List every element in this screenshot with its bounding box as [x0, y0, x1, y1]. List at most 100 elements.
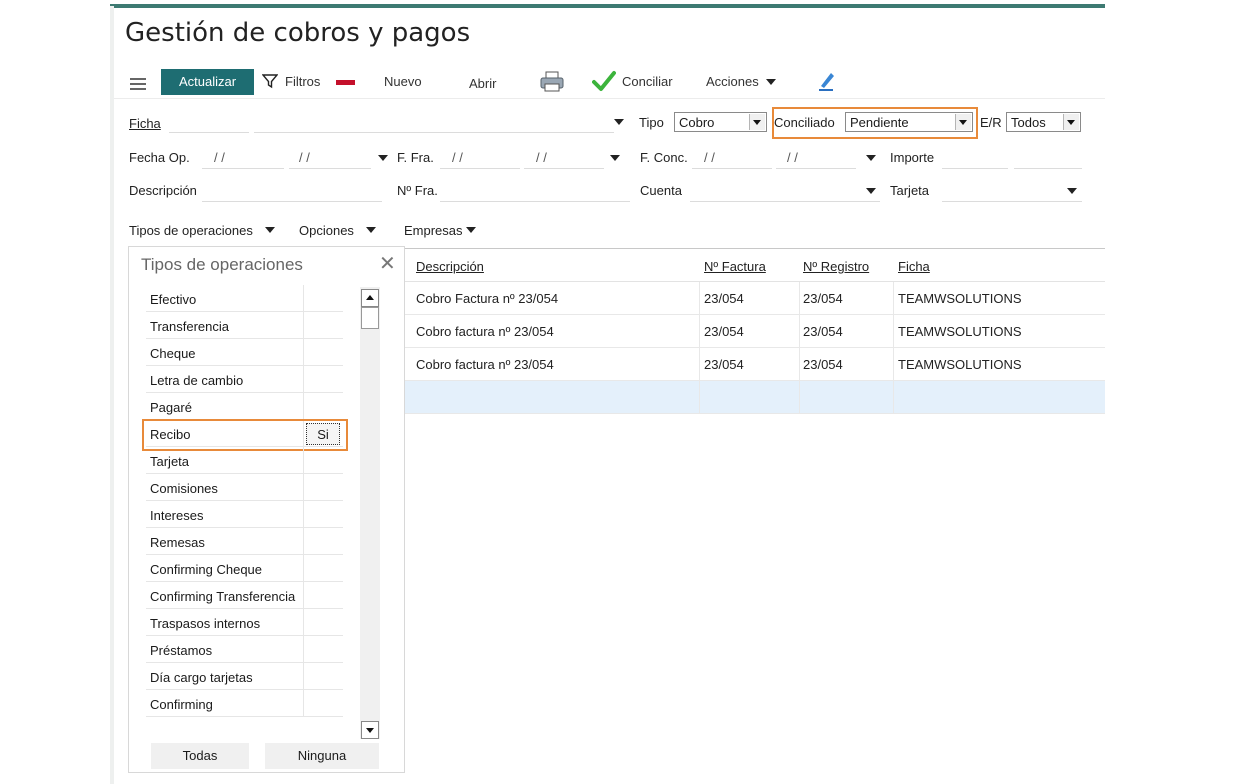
scroll-down-icon[interactable]: [361, 721, 379, 739]
operation-label: Efectivo: [150, 292, 197, 307]
conciliar-button[interactable]: Conciliar: [592, 66, 682, 98]
operation-label: Confirming Transferencia: [150, 589, 296, 604]
list-item[interactable]: Traspasos internos: [146, 609, 343, 636]
operation-value-cell[interactable]: [303, 555, 343, 582]
table-row[interactable]: Cobro factura nº 23/054 23/054 23/054 TEAMW…: [405, 348, 1105, 381]
acciones-menu[interactable]: Acciones: [706, 66, 786, 98]
list-item[interactable]: Préstamos: [146, 636, 343, 663]
close-icon[interactable]: ✕: [379, 251, 396, 276]
chevron-down-icon[interactable]: [265, 227, 275, 233]
empresas-menu[interactable]: Empresas: [404, 223, 463, 238]
list-item[interactable]: Confirming Cheque: [146, 555, 343, 582]
fecha-op-to[interactable]: / /: [299, 150, 310, 165]
panel-scrollbar[interactable]: [360, 287, 380, 739]
operation-value-cell[interactable]: [303, 663, 343, 690]
scroll-up-icon[interactable]: [361, 289, 379, 307]
operation-value-cell[interactable]: [303, 528, 343, 555]
er-label: E/R: [980, 115, 1002, 130]
tipo-select[interactable]: Cobro: [674, 112, 767, 132]
n-fra-input[interactable]: [440, 201, 630, 202]
descripcion-input[interactable]: [202, 201, 382, 202]
operation-value-cell[interactable]: [303, 582, 343, 609]
list-item[interactable]: Confirming Transferencia: [146, 582, 343, 609]
hamburger-icon[interactable]: [130, 75, 146, 90]
f-fra-dropdown-icon[interactable]: [610, 155, 620, 161]
tarjeta-input[interactable]: [942, 201, 1082, 202]
ficha-label[interactable]: Ficha: [129, 116, 161, 131]
chevron-down-icon: [766, 79, 776, 85]
operation-value-cell[interactable]: [303, 690, 343, 717]
f-conc-from[interactable]: / /: [704, 150, 715, 165]
list-item[interactable]: Transferencia: [146, 312, 343, 339]
actualizar-button[interactable]: Actualizar: [161, 69, 254, 95]
todas-button[interactable]: Todas: [151, 743, 249, 769]
col-n-factura[interactable]: Nº Factura: [704, 259, 766, 274]
operation-value-cell[interactable]: [303, 447, 343, 474]
nuevo-button[interactable]: Nuevo: [384, 66, 422, 98]
f-fra-label: F. Fra.: [397, 150, 434, 165]
list-item[interactable]: Intereses: [146, 501, 343, 528]
operation-value-cell[interactable]: [303, 636, 343, 663]
scroll-thumb[interactable]: [361, 307, 379, 329]
list-item[interactable]: Remesas: [146, 528, 343, 555]
operation-value-cell[interactable]: [303, 393, 343, 420]
list-item[interactable]: Comisiones: [146, 474, 343, 501]
f-conc-dropdown-icon[interactable]: [866, 155, 876, 161]
operation-value-cell[interactable]: [303, 366, 343, 393]
pencil-icon[interactable]: [817, 70, 837, 92]
operation-label: Día cargo tarjetas: [150, 670, 253, 685]
operation-value-cell[interactable]: [303, 312, 343, 339]
cuenta-input[interactable]: [690, 201, 880, 202]
operation-value-cell[interactable]: [303, 339, 343, 366]
results-grid: Descripción Nº Factura Nº Registro Ficha…: [405, 248, 1105, 414]
operation-label: Cheque: [150, 346, 196, 361]
operation-value-cell[interactable]: [303, 474, 343, 501]
ficha-dropdown-icon[interactable]: [614, 119, 624, 125]
operation-label: Traspasos internos: [150, 616, 261, 631]
col-descripcion[interactable]: Descripción: [416, 259, 484, 274]
conciliado-value: Pendiente: [850, 115, 909, 130]
left-gutter: [110, 6, 114, 784]
conciliado-select[interactable]: Pendiente: [845, 112, 973, 132]
chevron-down-icon[interactable]: [366, 227, 376, 233]
printer-icon[interactable]: [540, 71, 564, 93]
column-separator: [699, 381, 700, 413]
list-item[interactable]: Letra de cambio: [146, 366, 343, 393]
grid-header: Descripción Nº Factura Nº Registro Ficha: [405, 248, 1105, 282]
table-row[interactable]: Cobro Factura nº 23/054 23/054 23/054 TEAMW…: [405, 282, 1105, 315]
cuenta-dropdown-icon[interactable]: [866, 188, 876, 194]
operation-label: Tarjeta: [150, 454, 190, 469]
col-ficha[interactable]: Ficha: [898, 259, 930, 274]
tipos-operaciones-menu[interactable]: Tipos de operaciones: [129, 223, 253, 238]
er-select[interactable]: Todos: [1006, 112, 1081, 132]
list-item[interactable]: Tarjeta: [146, 447, 343, 474]
table-row[interactable]: [405, 381, 1105, 414]
fecha-op-from[interactable]: / /: [214, 150, 225, 165]
operation-value-cell[interactable]: [303, 609, 343, 636]
list-item[interactable]: Recibo Si: [142, 419, 348, 451]
fecha-op-dropdown-icon[interactable]: [378, 155, 388, 161]
list-item[interactable]: Efectivo: [146, 285, 343, 312]
importe-to[interactable]: [1014, 168, 1082, 169]
opciones-menu[interactable]: Opciones: [299, 223, 354, 238]
operation-value-cell[interactable]: [303, 501, 343, 528]
list-item[interactable]: Confirming: [146, 690, 343, 717]
list-item[interactable]: Día cargo tarjetas: [146, 663, 343, 690]
ficha-input[interactable]: [254, 132, 614, 133]
ninguna-button[interactable]: Ninguna: [265, 743, 379, 769]
f-fra-from[interactable]: / /: [452, 150, 463, 165]
f-fra-to[interactable]: / /: [536, 150, 547, 165]
abrir-button[interactable]: Abrir: [469, 68, 496, 100]
filtros-label: Filtros: [285, 74, 321, 89]
filtros-button[interactable]: Filtros: [262, 66, 328, 98]
importe-label: Importe: [890, 150, 935, 165]
operation-value-cell[interactable]: [303, 285, 343, 312]
col-n-registro[interactable]: Nº Registro: [803, 259, 869, 274]
f-conc-to[interactable]: / /: [787, 150, 798, 165]
table-row[interactable]: Cobro factura nº 23/054 23/054 23/054 TEAMW…: [405, 315, 1105, 348]
list-item[interactable]: Cheque: [146, 339, 343, 366]
chevron-down-icon[interactable]: [466, 227, 476, 233]
list-item[interactable]: Pagaré: [146, 393, 343, 420]
tarjeta-dropdown-icon[interactable]: [1067, 188, 1077, 194]
importe-from[interactable]: [942, 168, 1008, 169]
